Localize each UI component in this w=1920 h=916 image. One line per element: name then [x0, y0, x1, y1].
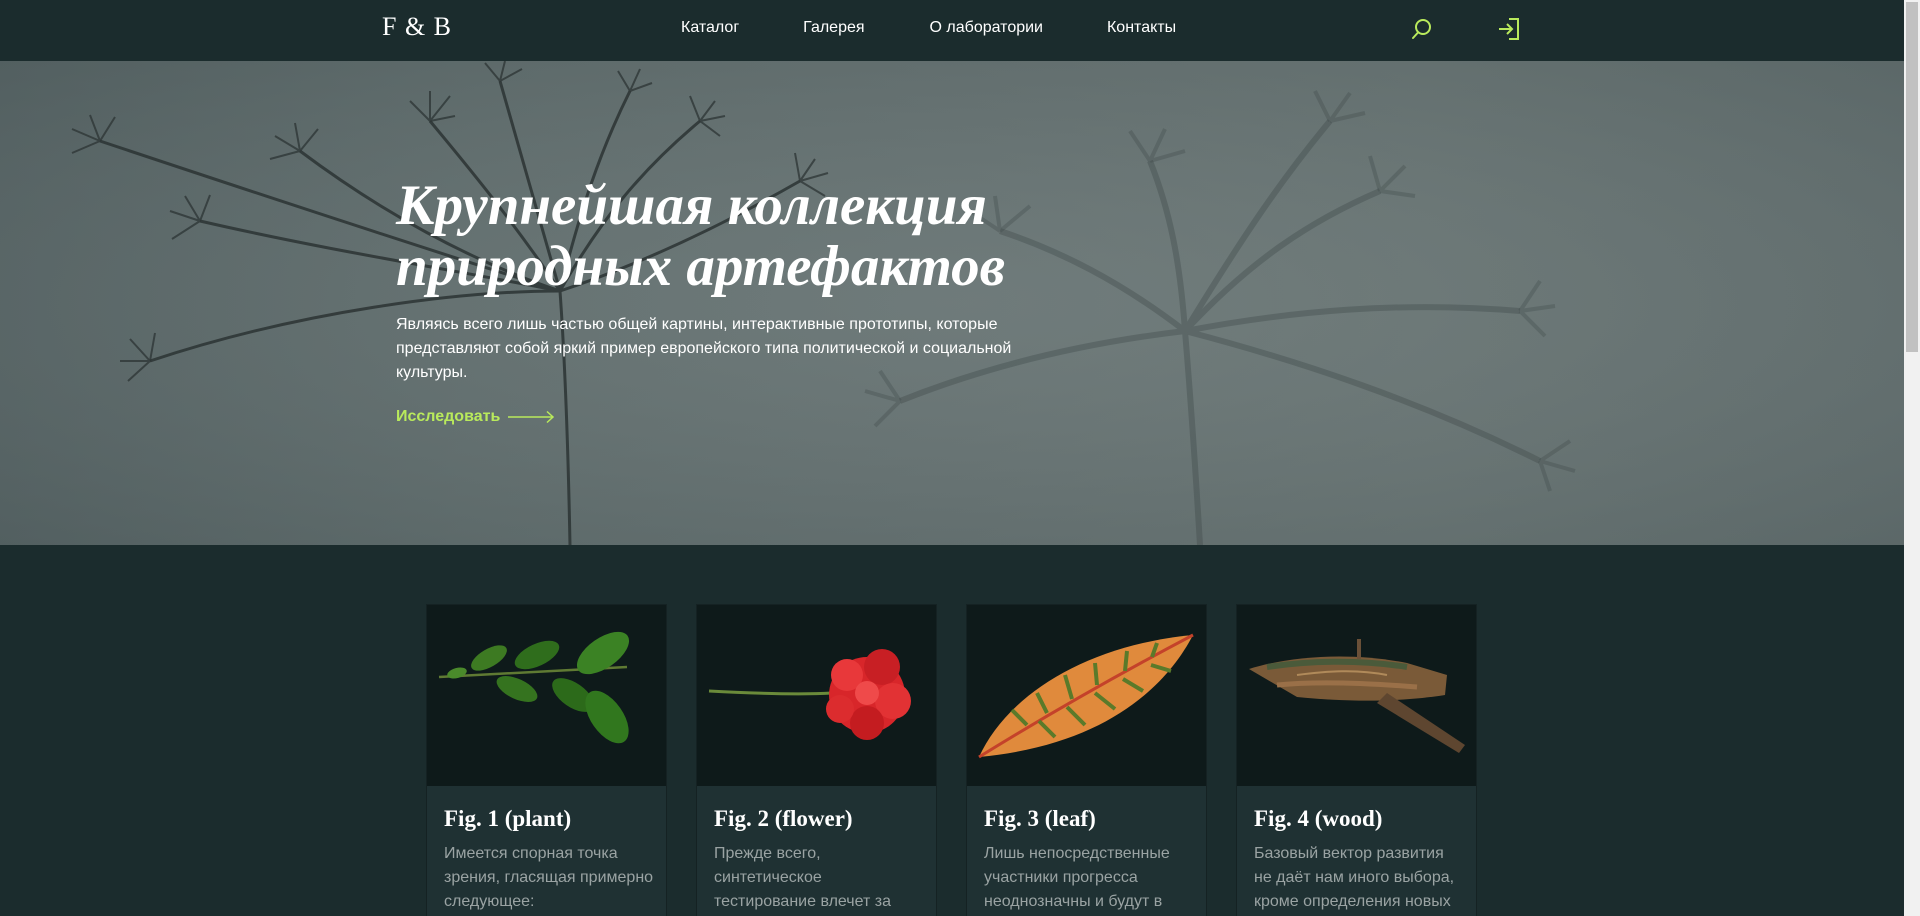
main-nav: Каталог Галерея О лаборатории Контакты	[681, 19, 1176, 37]
search-icon[interactable]	[1409, 16, 1435, 42]
logo[interactable]: F & B	[382, 12, 452, 42]
leaf-image	[967, 605, 1206, 786]
scrollbar-thumb[interactable]	[1906, 2, 1918, 352]
card-wood[interactable]: Fig. 4 (wood) Базовый вектор развития не…	[1236, 604, 1477, 916]
page: F & B Каталог Галерея О лаборатории Конт…	[0, 0, 1904, 916]
explore-link[interactable]: Исследовать	[396, 408, 556, 426]
hero-section: Крупнейшая коллекция природных артефакто…	[0, 61, 1904, 545]
nav-item-about[interactable]: О лаборатории	[930, 19, 1043, 37]
nav-item-contacts[interactable]: Контакты	[1107, 19, 1176, 37]
nav-item-catalog[interactable]: Каталог	[681, 19, 739, 37]
hero-description: Являясь всего лишь частью общей картины,…	[396, 316, 1012, 381]
page-scrollbar[interactable]	[1904, 0, 1920, 916]
explore-label: Исследовать	[396, 408, 501, 425]
flower-image	[697, 605, 936, 786]
card-title: Fig. 4 (wood)	[1254, 806, 1383, 831]
card-title: Fig. 1 (plant)	[444, 806, 572, 831]
site-header: F & B Каталог Галерея О лаборатории Конт…	[0, 0, 1904, 61]
card-title: Fig. 2 (flower)	[714, 806, 853, 831]
card-leaf[interactable]: Fig. 3 (leaf) Лишь непосредственные учас…	[966, 604, 1207, 916]
card-title: Fig. 3 (leaf)	[984, 806, 1096, 831]
figure-cards: Fig. 1 (plant) Имеется спорная точка зре…	[426, 604, 1477, 916]
nav-item-gallery[interactable]: Галерея	[803, 19, 864, 37]
card-text: Базовый вектор развития не даёт нам иног…	[1254, 845, 1455, 910]
hero-background-image	[0, 61, 1904, 545]
plant-image	[427, 605, 666, 786]
arrow-right-icon	[508, 410, 555, 424]
card-text: Лишь непосредственные участники прогресс…	[984, 845, 1170, 910]
hero-title-line-2: природных артефактов	[396, 235, 1006, 298]
card-flower[interactable]: Fig. 2 (flower) Прежде всего, синтетичес…	[696, 604, 937, 916]
wood-image	[1237, 605, 1476, 786]
card-text: Прежде всего, синтетическое тестирование…	[714, 845, 891, 910]
hero-title-line-1: Крупнейшая коллекция	[396, 174, 987, 237]
card-plant[interactable]: Fig. 1 (plant) Имеется спорная точка зре…	[426, 604, 667, 916]
card-text: Имеется спорная точка зрения, гласящая п…	[444, 845, 654, 910]
hero-title: Крупнейшая коллекция природных артефакто…	[396, 175, 1096, 297]
login-icon[interactable]	[1496, 16, 1522, 42]
